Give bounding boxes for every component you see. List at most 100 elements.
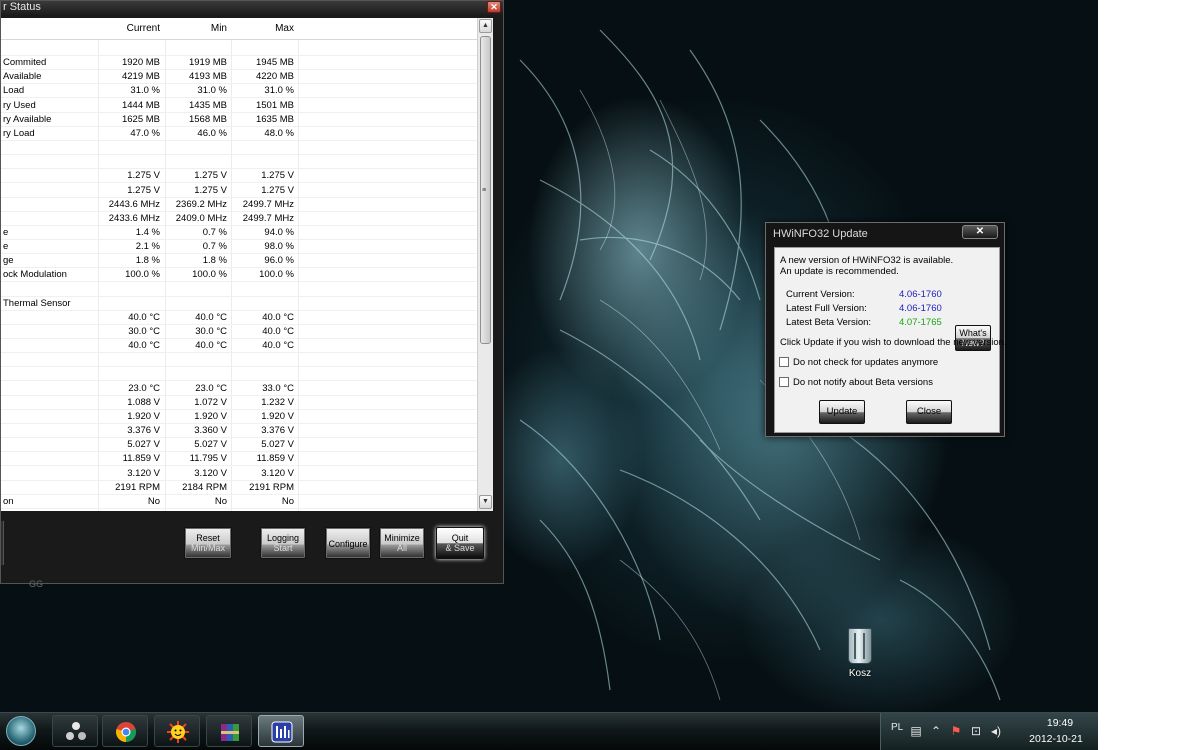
sensor-tray-icon[interactable]: ▤ (909, 724, 923, 738)
sensor-row[interactable]: 40.0 °C 40.0 °C 40.0 °C (1, 311, 477, 325)
sensor-value-max: 1.275 V (261, 184, 294, 196)
no-beta-notify-checkbox[interactable] (779, 377, 789, 387)
sensor-row[interactable]: 5.027 V 5.027 V 5.027 V (1, 438, 477, 453)
language-indicator[interactable]: PL (891, 722, 903, 733)
clock-time[interactable]: 19:49 (1027, 717, 1093, 729)
sensor-value-current: 2.1 % (135, 241, 160, 253)
logging-start-button[interactable]: Logging Start (260, 527, 306, 559)
sensor-window-title: r Status (3, 1, 41, 13)
sensor-row[interactable] (1, 141, 477, 156)
action-center-warning-icon[interactable]: ⚑ (949, 724, 963, 738)
sensor-value-max: 100.0 % (259, 269, 294, 281)
update-message-line-1: A new version of HWiNFO32 is available. (780, 255, 954, 266)
minimize-all-button[interactable]: Minimize All (379, 527, 425, 559)
sensor-value-min: 2369.2 MHz (175, 198, 227, 210)
update-button[interactable]: Update (819, 400, 865, 424)
sensor-row[interactable]: 40.0 °C 40.0 °C 40.0 °C (1, 339, 477, 354)
sensor-value-min: 11.795 V (189, 453, 227, 465)
scroll-up-arrow-icon[interactable]: ▲ (479, 19, 492, 33)
quit-save-button[interactable]: Quit & Save (436, 527, 484, 559)
sensor-row[interactable]: on No No No (1, 495, 477, 509)
sensor-row[interactable]: Available 4219 MB 4193 MB 4220 MB (1, 70, 477, 85)
latest-beta-version-value: 4.07-1765 (899, 317, 942, 328)
taskbar-app-molecule[interactable] (52, 715, 98, 747)
sensor-status-window: r Status ✕ Current Min Max Commited 1920 … (0, 0, 504, 589)
sensor-row[interactable]: 2433.6 MHz 2409.0 MHz 2499.7 MHz (1, 212, 477, 226)
show-hidden-icons-icon[interactable]: ⌃ (929, 724, 943, 738)
sensor-row[interactable]: ry Load 47.0 % 46.0 % 48.0 % (1, 127, 477, 141)
sensor-value-current: 30.0 °C (128, 326, 160, 337)
no-update-check-checkbox[interactable] (779, 357, 789, 367)
close-button[interactable]: Close (906, 400, 952, 424)
sensor-value-current: 11.859 V (122, 453, 160, 465)
reset-min-max-button[interactable]: Reset Min/Max (184, 527, 232, 559)
sensor-row[interactable] (1, 367, 477, 382)
sensor-value-min: 1.8 % (202, 255, 227, 267)
sensor-value-max: 1.275 V (261, 170, 294, 182)
recycle-bin-shortcut[interactable]: Kosz (838, 624, 882, 680)
sensor-window-close-button[interactable]: ✕ (487, 1, 501, 13)
sensor-row[interactable]: ge 1.8 % 1.8 % 96.0 % (1, 254, 477, 269)
no-beta-notify-label[interactable]: Do not notify about Beta versions (793, 377, 933, 388)
sensor-row[interactable]: ock Modulation 100.0 % 100.0 % 100.0 % (1, 268, 477, 283)
column-header-min[interactable]: Min (166, 23, 227, 34)
taskbar-app-winrar[interactable] (206, 715, 252, 747)
no-update-check-label[interactable]: Do not check for updates anymore (793, 357, 938, 368)
sensor-value-current: 3.376 V (127, 425, 160, 437)
scroll-down-arrow-icon[interactable]: ▼ (479, 495, 492, 509)
sensor-row[interactable] (1, 283, 477, 297)
taskbar-app-chrome[interactable] (102, 715, 148, 747)
sensor-value-min: 1435 MB (188, 99, 227, 111)
taskbar-app-hwinfo[interactable] (258, 715, 304, 747)
sensor-row[interactable]: 1.275 V 1.275 V 1.275 V (1, 184, 477, 198)
taskbar-app-sun[interactable] (154, 715, 200, 747)
sensor-value-max: 40.0 °C (262, 326, 294, 337)
volume-icon[interactable]: ◂) (989, 724, 1003, 738)
sensor-row-label: Load (3, 85, 25, 97)
sensor-row[interactable]: e 2.1 % 0.7 % 98.0 % (1, 240, 477, 255)
sensor-row[interactable] (1, 353, 477, 368)
sensor-row[interactable]: ry Used 1444 MB 1435 MB 1501 MB (1, 99, 477, 113)
sensor-row[interactable]: 1.088 V 1.072 V 1.232 V (1, 396, 477, 410)
sensor-row[interactable]: 1.920 V 1.920 V 1.920 V (1, 410, 477, 424)
sensor-window-titlebar[interactable]: r Status ✕ (1, 1, 503, 15)
configure-button[interactable]: Configure (325, 527, 371, 559)
sensor-value-max: 11.859 V (256, 453, 294, 465)
sensor-list[interactable]: Current Min Max Commited 1920 MB 1919 MB 19… (1, 18, 493, 511)
sensor-value-min: 30.0 °C (195, 326, 227, 337)
sensor-value-min: 3.360 V (194, 425, 227, 437)
column-header-current[interactable]: Current (99, 23, 160, 34)
sensor-row[interactable]: 30.0 °C 30.0 °C 40.0 °C (1, 325, 477, 339)
update-dialog-close-button[interactable]: ✕ (962, 225, 998, 239)
winrar-books-icon (221, 724, 239, 741)
sensor-value-current: 100.0 % (125, 269, 160, 281)
taskbar: PL ▤ ⌃ ⚑ ⊡ ◂) 19:49 2012-10-21 (0, 712, 1098, 750)
sensor-row[interactable]: 11.859 V 11.795 V 11.859 V (1, 452, 477, 467)
sensor-value-min: No (214, 495, 227, 507)
scrollbar-thumb[interactable]: ≡ (480, 36, 491, 344)
column-header-max[interactable]: Max (232, 23, 294, 34)
sensor-row[interactable]: 23.0 °C 23.0 °C 33.0 °C (1, 382, 477, 396)
sensor-row[interactable]: Load 31.0 % 31.0 % 31.0 % (1, 84, 477, 99)
sensor-row[interactable]: 2191 RPM 2184 RPM 2191 RPM (1, 481, 477, 495)
sensor-row[interactable] (1, 155, 477, 170)
sensor-value-min: 0.7 % (202, 241, 227, 253)
sensor-row[interactable]: 3.120 V 3.120 V 3.120 V (1, 467, 477, 481)
sensor-row[interactable]: ry Available 1625 MB 1568 MB 1635 MB (1, 113, 477, 127)
quit-button-label-1: Quit (451, 533, 469, 543)
sensor-row[interactable]: Commited 1920 MB 1919 MB 1945 MB (1, 56, 477, 71)
sensor-value-current: 3.120 V (127, 467, 160, 479)
sensor-row[interactable] (1, 42, 477, 56)
sensor-row[interactable]: 2443.6 MHz 2369.2 MHz 2499.7 MHz (1, 198, 477, 212)
sensor-row[interactable]: 1.275 V 1.275 V 1.275 V (1, 169, 477, 184)
sensor-row[interactable]: Thermal Sensor (1, 297, 477, 311)
sensor-list-scrollbar[interactable]: ▲ ≡ ▼ (477, 18, 493, 511)
sensor-row[interactable]: e 1.4 % 0.7 % 94.0 % (1, 226, 477, 240)
network-icon[interactable]: ⊡ (969, 724, 983, 738)
sensor-value-max: 1635 MB (255, 113, 294, 125)
clock-date[interactable]: 2012-10-21 (1017, 733, 1095, 745)
sensor-row-label: ry Load (3, 127, 35, 139)
sensor-row[interactable]: 3.376 V 3.360 V 3.376 V (1, 424, 477, 439)
start-button[interactable] (6, 716, 36, 746)
configure-button-label: Configure (328, 539, 368, 549)
